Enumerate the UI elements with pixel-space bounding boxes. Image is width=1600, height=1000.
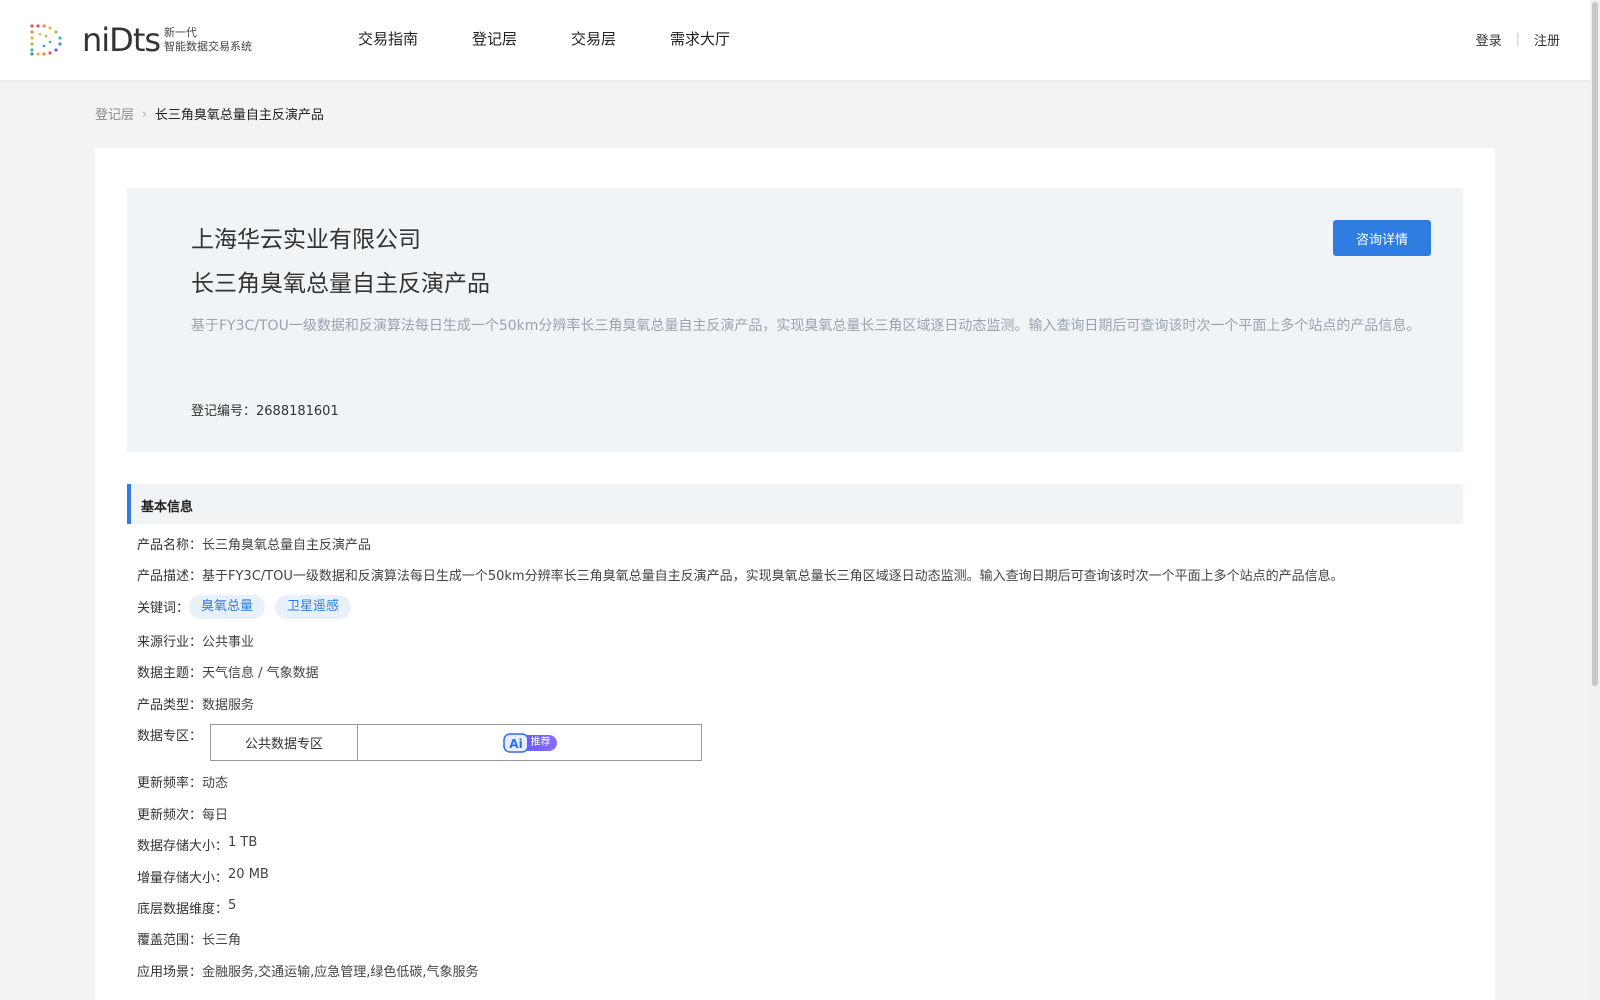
info-value: 长三角 <box>202 933 242 948</box>
info-value: 金融服务,交通运输,应急管理,绿色低碳,气象服务 <box>202 965 479 980</box>
section-title: 基本信息 <box>141 500 194 515</box>
keyword-tag[interactable]: 臭氧总量 <box>189 595 266 619</box>
info-row-storage-size: 数据存储大小： 1 TB <box>137 835 257 854</box>
info-row-incremental-size: 增量存储大小： 20 MB <box>137 867 269 886</box>
info-value: 5 <box>228 898 237 913</box>
info-label: 产品类型： <box>137 698 203 713</box>
ai-logo-icon: Ai <box>502 732 529 753</box>
registration-number: 登记编号：2688181601 <box>191 400 339 419</box>
keyword-tags: 臭氧总量 卫星遥感 <box>189 595 361 619</box>
auth-links: 登录 | 注册 <box>1476 30 1560 49</box>
info-value: 数据服务 <box>202 698 255 713</box>
keyword-tag[interactable]: 卫星遥感 <box>275 595 352 619</box>
ai-logo-text: Ai <box>509 737 522 751</box>
info-label: 更新频次： <box>137 808 203 823</box>
info-row-description: 产品描述： 基于FY3C/TOU一级数据和反演算法每日生成一个50km分辨率长三… <box>137 565 1344 584</box>
info-label: 来源行业： <box>137 635 203 650</box>
info-value: 天气信息 / 气象数据 <box>202 666 319 681</box>
info-label: 数据存储大小： <box>137 839 229 854</box>
data-zone-cell[interactable]: 公共数据专区 <box>211 725 359 760</box>
nav-demand-hall[interactable]: 需求大厅 <box>670 28 730 49</box>
registration-label: 登记编号： <box>191 404 257 419</box>
breadcrumb-parent[interactable]: 登记层 <box>95 104 134 123</box>
breadcrumb-current: 长三角臭氧总量自主反演产品 <box>154 108 324 123</box>
info-row-type: 产品类型： 数据服务 <box>137 694 254 713</box>
logo-tagline: 新一代 智能数据交易系统 <box>164 26 252 54</box>
info-row-update-frequency: 更新频率： 动态 <box>137 772 228 791</box>
nav-registration-layer[interactable]: 登记层 <box>472 28 517 49</box>
ai-recommend-cell[interactable]: Ai 推荐 <box>358 725 701 760</box>
chevron-right-icon: › <box>142 106 147 121</box>
breadcrumb: 登记层 › 长三角臭氧总量自主反演产品 <box>95 104 324 124</box>
logo-mark-icon <box>30 24 62 56</box>
page-scrollbar[interactable] <box>1590 0 1600 1000</box>
site-logo[interactable]: niDts 新一代 智能数据交易系统 <box>28 20 252 60</box>
info-label: 数据主题： <box>137 666 203 681</box>
info-row-theme: 数据主题： 天气信息 / 气象数据 <box>137 662 319 681</box>
logo-tagline-line2: 智能数据交易系统 <box>164 40 253 53</box>
info-value: 每日 <box>202 808 229 823</box>
basic-info-header: 基本信息 <box>127 484 1463 524</box>
info-value: 20 MB <box>228 867 269 882</box>
info-row-industry: 来源行业： 公共事业 <box>137 631 254 650</box>
scrollbar-thumb[interactable] <box>1592 2 1598 686</box>
product-summary: 基于FY3C/TOU一级数据和反演算法每日生成一个50km分辨率长三角臭氧总量自… <box>191 318 1421 334</box>
info-row-update-interval: 更新频次： 每日 <box>137 804 228 823</box>
info-label: 底层数据维度： <box>137 902 229 917</box>
info-label: 覆盖范围： <box>137 933 203 948</box>
product-title: 长三角臭氧总量自主反演产品 <box>191 271 490 297</box>
info-label: 应用场景： <box>137 965 203 980</box>
info-value: 公共事业 <box>202 635 255 650</box>
auth-separator: | <box>1515 32 1520 47</box>
nav-trading-layer[interactable]: 交易层 <box>571 28 616 49</box>
login-link[interactable]: 登录 <box>1476 30 1502 49</box>
info-label: 增量存储大小： <box>137 871 229 886</box>
info-row-name: 产品名称： 长三角臭氧总量自主反演产品 <box>137 534 371 553</box>
main-nav: 交易指南 登记层 交易层 需求大厅 <box>358 28 784 49</box>
info-row-coverage: 覆盖范围： 长三角 <box>137 929 241 948</box>
info-label: 产品名称： <box>137 538 203 553</box>
nav-trading-guide[interactable]: 交易指南 <box>358 28 418 49</box>
info-value: 1 TB <box>228 835 258 850</box>
info-value: 动态 <box>202 776 229 791</box>
top-navbar: niDts 新一代 智能数据交易系统 交易指南 登记层 交易层 需求大厅 登录 … <box>0 0 1600 80</box>
info-value: 长三角臭氧总量自主反演产品 <box>202 538 372 553</box>
info-row-zone: 数据专区： 公共数据专区 Ai 推荐 <box>137 724 703 761</box>
product-detail-card: 上海华云实业有限公司 长三角臭氧总量自主反演产品 基于FY3C/TOU一级数据和… <box>95 148 1495 1000</box>
logo-wordmark: niDts <box>82 21 161 59</box>
consult-details-button[interactable]: 咨询详情 <box>1333 220 1431 256</box>
ai-recommend-badge[interactable]: Ai 推荐 <box>502 732 557 753</box>
info-label: 关键词： <box>137 601 190 616</box>
info-row-dimensions: 底层数据维度： 5 <box>137 898 236 917</box>
info-label: 产品描述： <box>137 569 203 584</box>
info-label: 更新频率： <box>137 776 203 791</box>
ai-recommend-text: 推荐 <box>526 734 557 751</box>
registration-value: 2688181601 <box>256 404 339 419</box>
register-link[interactable]: 注册 <box>1534 30 1560 49</box>
info-row-scenarios: 应用场景： 金融服务,交通运输,应急管理,绿色低碳,气象服务 <box>137 961 479 980</box>
info-value: 基于FY3C/TOU一级数据和反演算法每日生成一个50km分辨率长三角臭氧总量自… <box>202 569 1344 584</box>
company-name: 上海华云实业有限公司 <box>191 227 421 253</box>
info-label: 数据专区： <box>137 729 203 744</box>
data-zone-box: 公共数据专区 Ai 推荐 <box>210 724 703 761</box>
logo-tagline-line1: 新一代 <box>164 26 198 39</box>
product-hero: 上海华云实业有限公司 长三角臭氧总量自主反演产品 基于FY3C/TOU一级数据和… <box>127 188 1463 452</box>
info-row-keywords: 关键词： 臭氧总量 卫星遥感 <box>137 595 361 619</box>
